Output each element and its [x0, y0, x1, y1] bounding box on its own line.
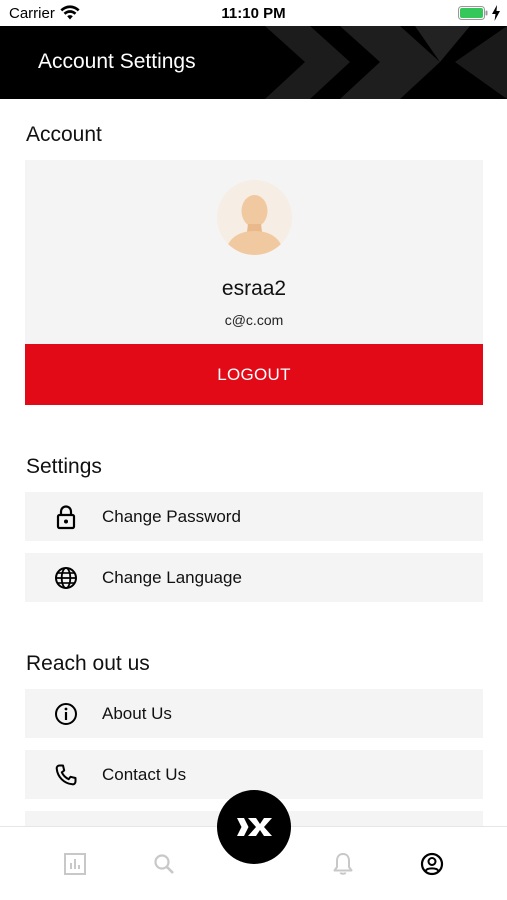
about-us-row[interactable]: About Us [25, 689, 483, 738]
change-password-label: Change Password [102, 507, 241, 526]
info-icon [55, 703, 77, 725]
profile-icon[interactable] [419, 851, 445, 877]
settings-section-title: Settings [26, 455, 102, 478]
account-card: esraa2 c@c.com LOGOUT [25, 160, 483, 405]
charging-icon [492, 5, 500, 21]
avatar [217, 180, 292, 255]
reach-out-section-title: Reach out us [26, 652, 150, 675]
about-us-label: About Us [102, 704, 172, 723]
account-section-title: Account [26, 123, 102, 146]
bell-icon[interactable] [330, 851, 356, 877]
change-language-row[interactable]: Change Language [25, 553, 483, 602]
search-icon[interactable] [151, 851, 177, 877]
change-password-row[interactable]: Change Password [25, 492, 483, 541]
battery-icon [458, 6, 488, 20]
status-bar: Carrier 11:10 PM [0, 0, 507, 26]
contact-us-label: Contact Us [102, 765, 187, 784]
chart-icon[interactable] [62, 851, 88, 877]
user-email: c@c.com [224, 312, 284, 328]
change-language-label: Change Language [102, 568, 242, 587]
home-logo-button[interactable] [217, 790, 291, 864]
lock-icon [56, 505, 76, 530]
phone-icon [55, 764, 77, 786]
page-title: Account Settings [38, 50, 196, 73]
default-user-avatar-icon [225, 195, 284, 255]
header-pattern [265, 26, 507, 99]
logout-button[interactable]: LOGOUT [25, 344, 483, 405]
username: esraa2 [221, 277, 287, 300]
app-header: Account Settings [0, 26, 507, 99]
brand-logo-icon [237, 818, 272, 836]
clock: 11:10 PM [221, 5, 286, 22]
globe-icon [55, 567, 77, 589]
